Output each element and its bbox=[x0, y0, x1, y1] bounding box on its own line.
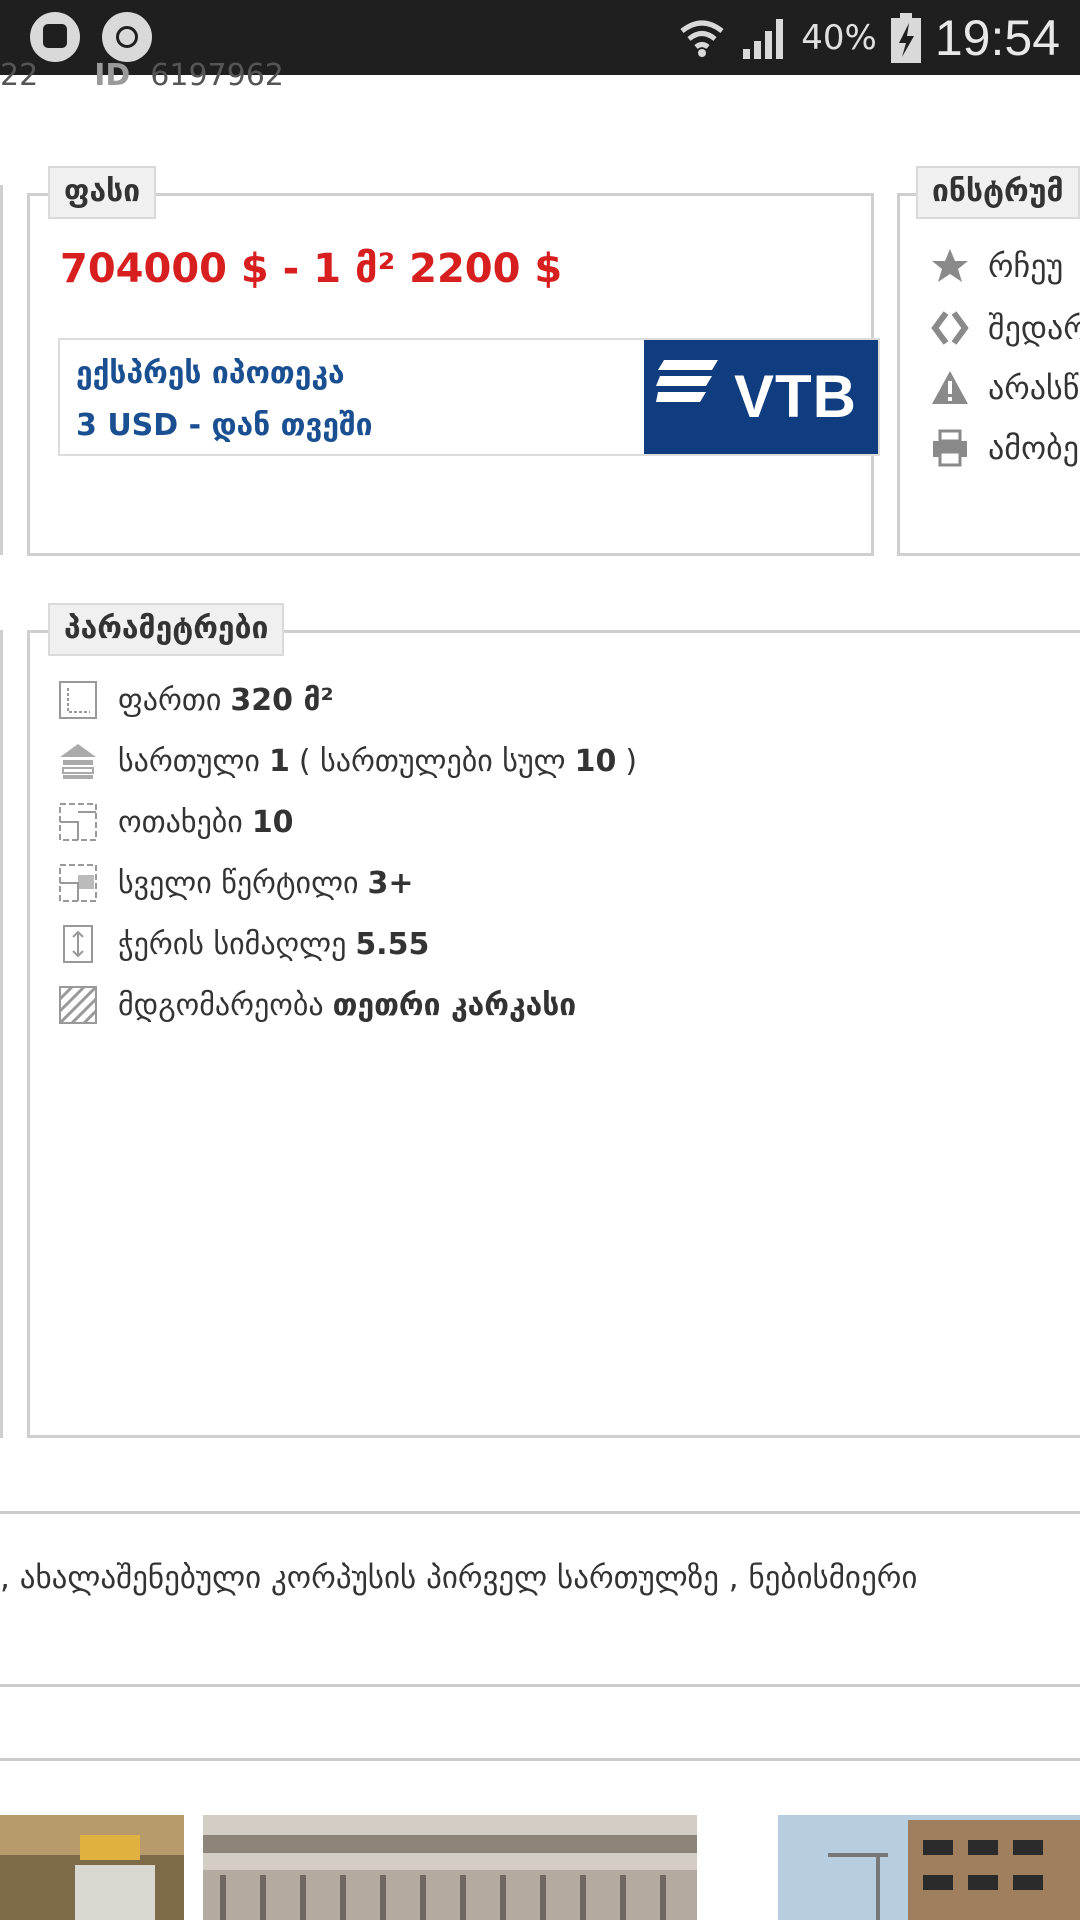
bathroom-icon bbox=[59, 864, 97, 902]
listing-date-fragment: 22 bbox=[0, 58, 39, 93]
param-value: 10 bbox=[251, 804, 294, 840]
facade-photo-icon bbox=[203, 1815, 697, 1920]
listing-meta: 22 ID 6197962 bbox=[0, 58, 284, 93]
vtb-logo-text: VTB bbox=[734, 363, 857, 430]
mortgage-banner[interactable]: ექსპრეს იპოთეკა 3 USD - დან თვეში VTB bbox=[58, 338, 880, 456]
divider-middle bbox=[0, 1684, 1080, 1687]
param-value: თეთრი კარკასი bbox=[332, 987, 577, 1023]
photo-thumbnail-1[interactable] bbox=[0, 1815, 184, 1920]
mortgage-text: ექსპრეს იპოთეკა 3 USD - დან თვეში bbox=[76, 348, 373, 452]
param-value: 5.55 bbox=[355, 926, 430, 962]
notification-icons bbox=[30, 12, 152, 62]
system-status: 40% 19:54 bbox=[677, 0, 1060, 75]
tools-legend: ინსტრუმ bbox=[916, 166, 1080, 219]
mortgage-line2: 3 USD - დან თვეში bbox=[76, 408, 373, 443]
param-condition: მდგომარეობა თეთრი კარკასი bbox=[58, 980, 576, 1030]
tool-compare[interactable]: შედარ bbox=[930, 308, 1080, 348]
parameters-panel: პარამეტრები ფართი 320 მ² სართული 1( სართულ… bbox=[27, 603, 1080, 1438]
photo-thumbnail-3[interactable] bbox=[778, 1815, 1080, 1920]
tool-label: ამობე bbox=[988, 429, 1079, 467]
tool-favorite[interactable]: რჩეუ bbox=[930, 246, 1063, 286]
tool-label: შედარ bbox=[988, 309, 1080, 347]
condition-icon bbox=[58, 985, 98, 1025]
building-photo-icon bbox=[778, 1815, 1080, 1920]
battery-percent: 40% bbox=[801, 17, 877, 58]
battery-charging-icon bbox=[890, 12, 921, 63]
vtb-logo: VTB bbox=[644, 340, 878, 454]
param-extra-value: 10 bbox=[574, 743, 617, 779]
price-legend: ფასი bbox=[48, 166, 157, 219]
param-value: 3+ bbox=[367, 865, 414, 901]
camera-notification-icon bbox=[102, 12, 152, 62]
mortgage-line1: ექსპრეს იპოთეკა bbox=[76, 356, 345, 391]
tools-panel: ინსტრუმ რჩეუ შედარ არასწ ამობე bbox=[897, 166, 1080, 556]
param-label: ფართი bbox=[118, 682, 222, 718]
wifi-icon bbox=[680, 20, 724, 57]
divider-top bbox=[0, 1511, 1080, 1514]
param-value: 1 bbox=[268, 743, 290, 779]
left-panel-edge bbox=[0, 185, 3, 555]
print-icon bbox=[933, 429, 967, 467]
signal-icon bbox=[743, 18, 784, 59]
listing-id: 6197962 bbox=[150, 58, 284, 93]
app-notification-icon bbox=[30, 12, 80, 62]
star-icon bbox=[932, 249, 968, 282]
compare-icon bbox=[931, 311, 969, 345]
divider-bottom bbox=[0, 1758, 1080, 1761]
param-label: მდგომარეობა bbox=[118, 987, 324, 1023]
photo-thumbnail-2[interactable] bbox=[203, 1815, 697, 1920]
param-extra-close: ) bbox=[625, 743, 638, 779]
tool-print[interactable]: ამობე bbox=[930, 428, 1079, 468]
param-floor: სართული 1( სართულები სულ 10) bbox=[58, 736, 637, 786]
tool-label: არასწ bbox=[988, 369, 1080, 407]
param-label: სველი წერტილი bbox=[118, 865, 359, 901]
param-label: ოთახები bbox=[118, 804, 243, 840]
floor-icon bbox=[60, 744, 96, 779]
id-label: ID bbox=[94, 58, 131, 93]
param-ceiling-height: ჭერის სიმაღლე 5.55 bbox=[58, 919, 429, 969]
param-extra: ( სართულები სულ bbox=[298, 743, 566, 779]
left-panel-edge-2 bbox=[0, 630, 3, 1438]
ceiling-height-icon bbox=[63, 925, 93, 963]
param-label: ჭერის სიმაღლე bbox=[118, 926, 347, 962]
description-text: , ახალაშენებული კორპუსის პირველ სართულზე… bbox=[0, 1560, 918, 1596]
warning-icon bbox=[932, 371, 968, 404]
price-text: 704000 $ - 1 მ² 2200 $ bbox=[60, 246, 563, 292]
tool-report[interactable]: არასწ bbox=[930, 368, 1079, 408]
clock: 19:54 bbox=[934, 9, 1060, 66]
area-icon bbox=[59, 681, 97, 719]
vtb-stripes-icon bbox=[656, 360, 718, 402]
price-panel: ფასი 704000 $ - 1 მ² 2200 $ ექსპრეს იპოთ… bbox=[27, 166, 880, 556]
param-area: ფართი 320 მ² bbox=[58, 675, 334, 725]
param-bathroom: სველი წერტილი 3+ bbox=[58, 858, 414, 908]
param-value: 320 მ² bbox=[230, 682, 334, 718]
param-rooms: ოთახები 10 bbox=[58, 797, 294, 847]
room-photo-icon bbox=[0, 1815, 184, 1920]
rooms-icon bbox=[59, 803, 97, 841]
parameters-legend: პარამეტრები bbox=[48, 603, 285, 656]
tool-label: რჩეუ bbox=[988, 247, 1064, 285]
param-label: სართული bbox=[118, 743, 260, 779]
